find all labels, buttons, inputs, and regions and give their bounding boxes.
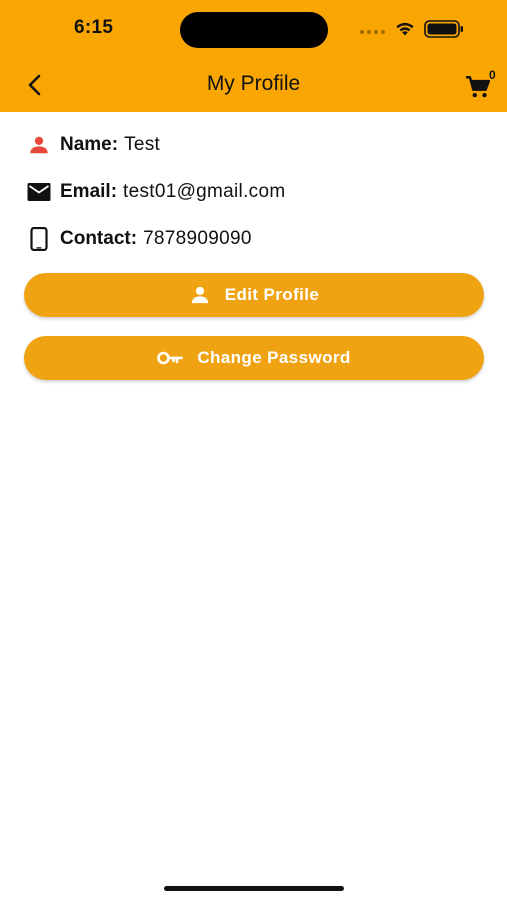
dynamic-island	[180, 12, 328, 48]
edit-profile-label: Edit Profile	[224, 285, 320, 304]
status-time: 6:15	[74, 17, 114, 38]
name-label: Name:	[60, 134, 119, 155]
page-title: My Profile	[206, 72, 301, 95]
home-indicator	[164, 886, 344, 891]
app-header: 6:15 My Profile 0	[0, 0, 507, 112]
phone-icon	[26, 226, 52, 252]
change-password-button[interactable]: Change Password	[24, 336, 484, 380]
name-value: Test	[124, 134, 161, 155]
email-value: test01@gmail.com	[123, 181, 286, 202]
contact-value: 7878909090	[143, 228, 252, 249]
cart-button[interactable]: 0	[465, 68, 503, 102]
cart-icon	[466, 76, 491, 98]
person-icon	[189, 285, 211, 305]
cart-count-badge: 0	[489, 68, 496, 82]
change-password-label: Change Password	[197, 348, 351, 367]
key-icon	[157, 350, 184, 366]
edit-profile-button[interactable]: Edit Profile	[24, 273, 484, 317]
email-label: Email:	[60, 181, 118, 202]
name-row: Name: Test	[26, 132, 160, 158]
envelope-icon	[26, 179, 52, 205]
email-row: Email: test01@gmail.com	[26, 179, 285, 205]
contact-row: Contact: 7878909090	[26, 226, 252, 252]
wifi-icon	[396, 22, 414, 36]
person-icon	[26, 132, 52, 158]
cellular-signal-icon	[360, 30, 386, 34]
battery-icon	[424, 20, 463, 38]
contact-label: Contact:	[60, 228, 138, 249]
